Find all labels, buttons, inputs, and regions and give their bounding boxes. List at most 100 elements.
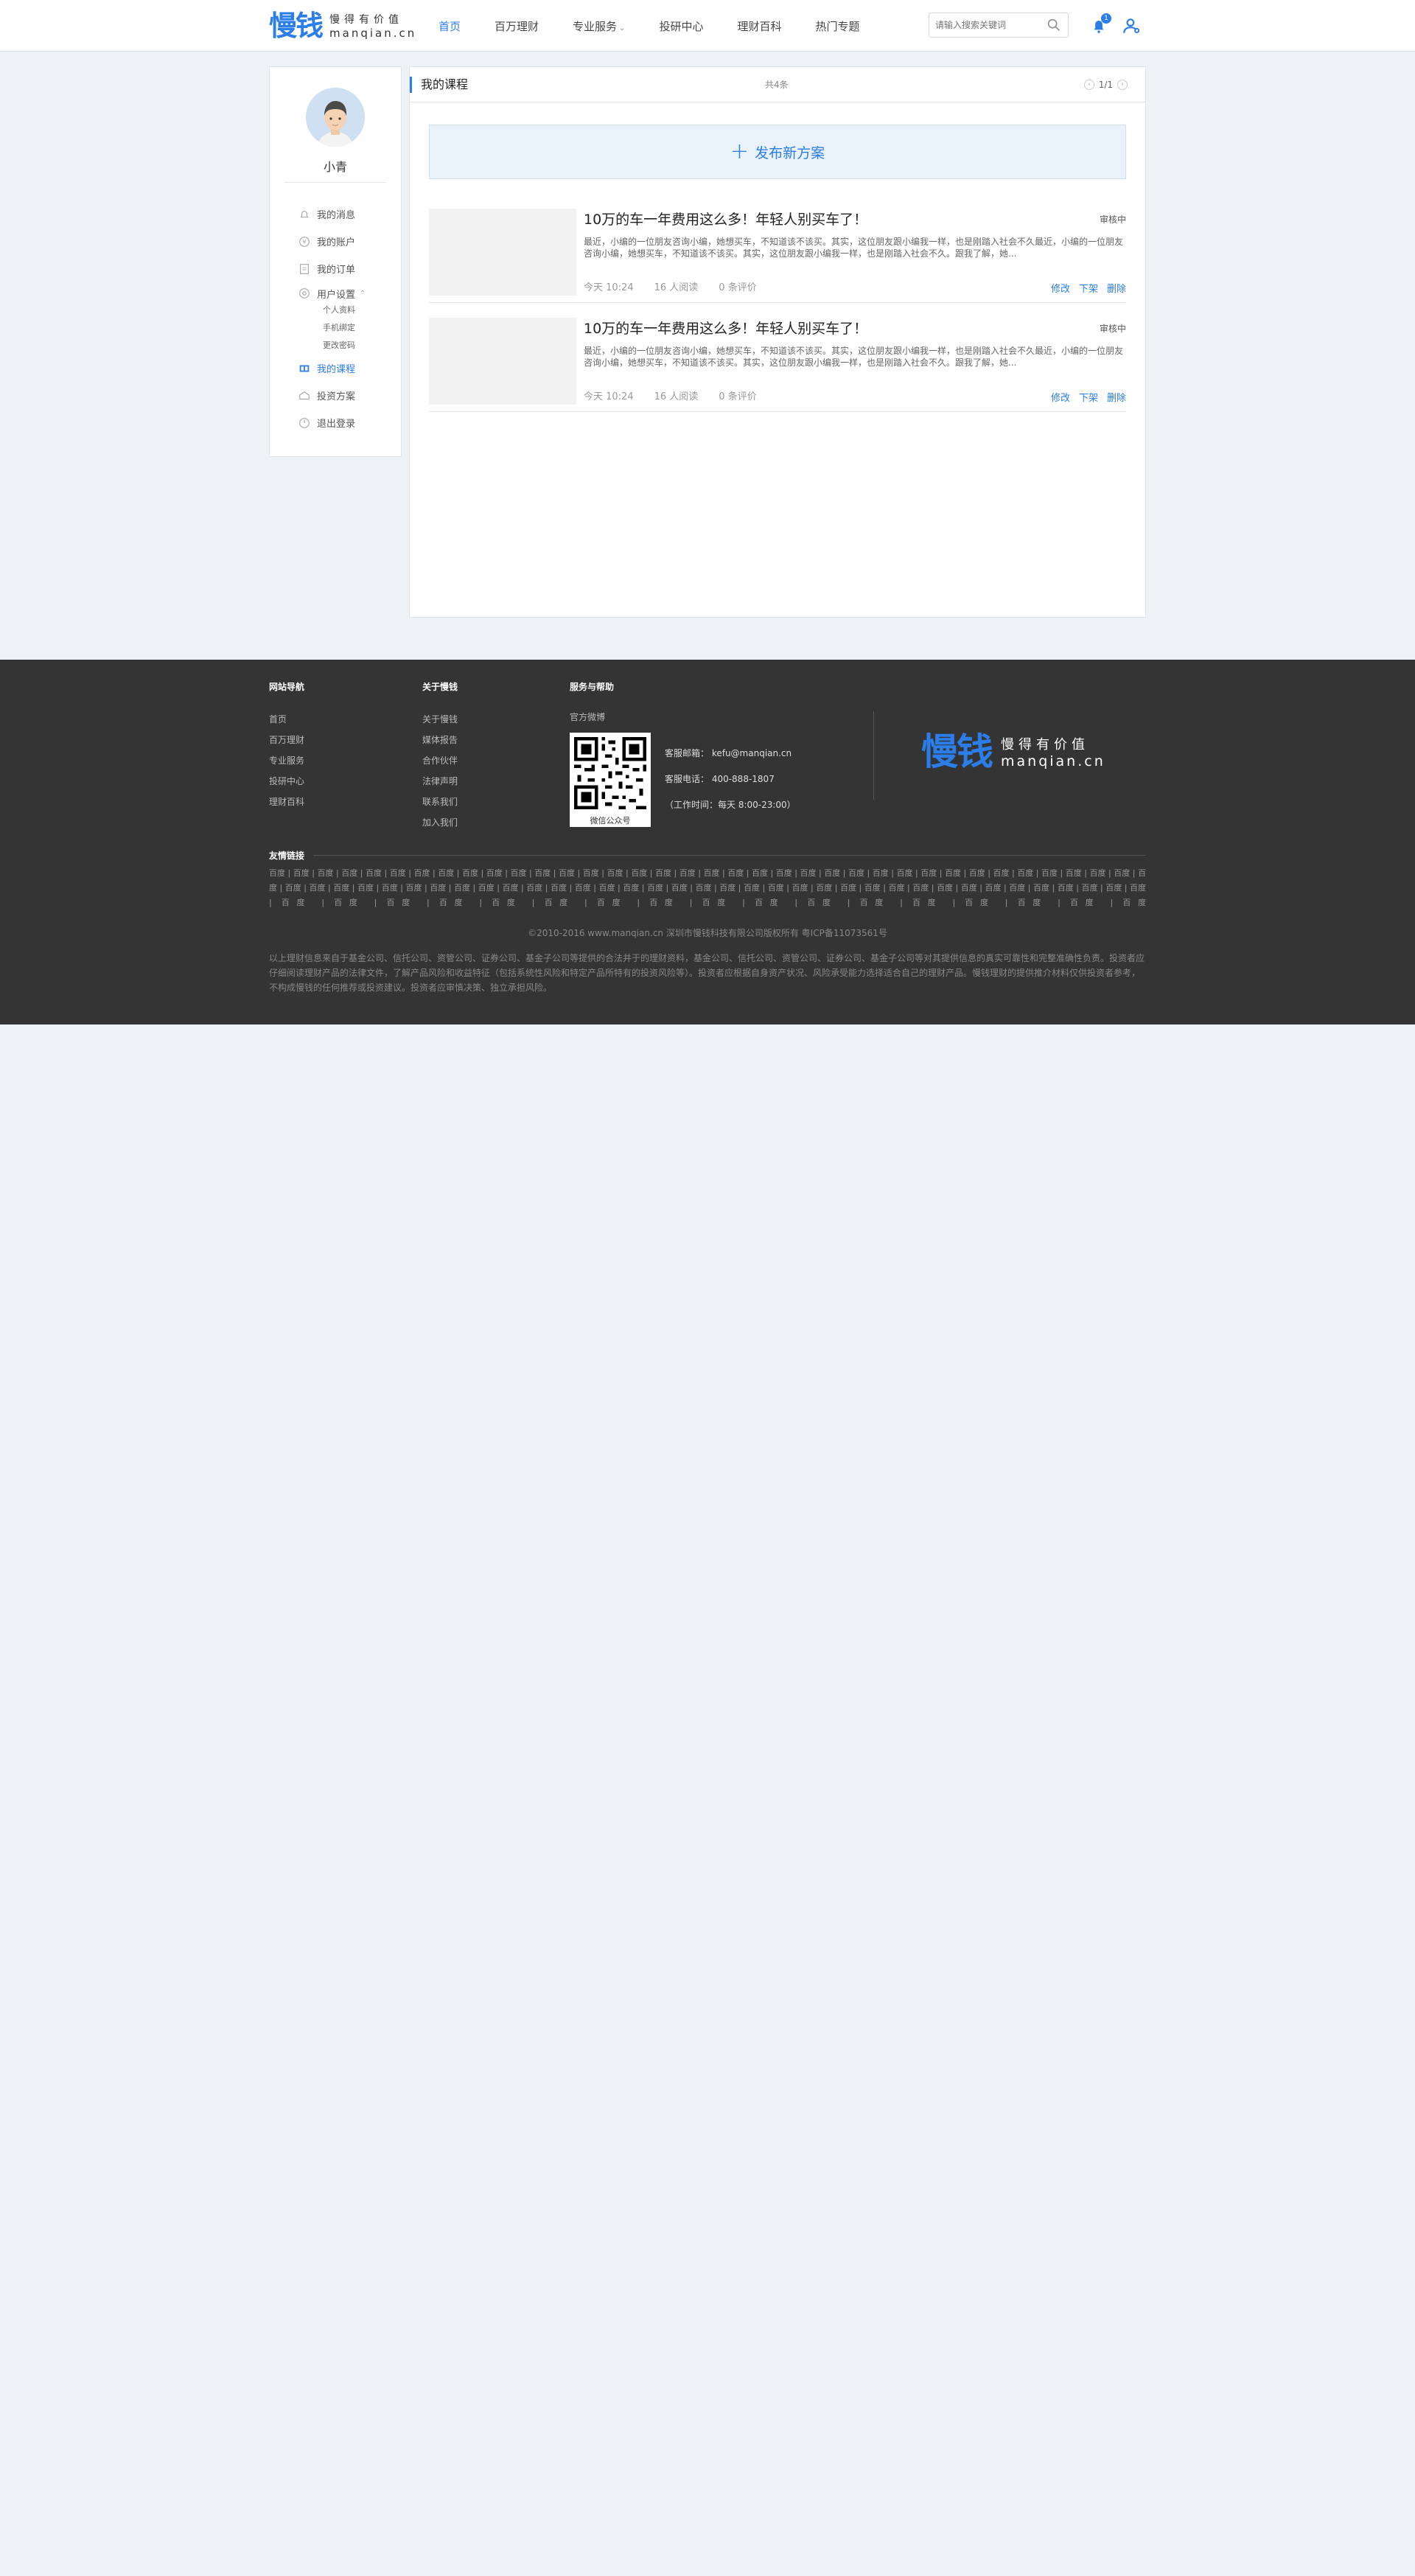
chevron-up-icon: ⌃ bbox=[360, 289, 366, 298]
weibo-link[interactable]: 官方微博 bbox=[570, 709, 651, 725]
friend-links-divider bbox=[313, 855, 1146, 856]
footer-heading: 服务与帮助 bbox=[570, 682, 615, 692]
nav-topics[interactable]: 热门专题 bbox=[815, 18, 859, 34]
avatar[interactable] bbox=[306, 88, 365, 147]
footer-divider bbox=[873, 711, 874, 800]
footer-link[interactable]: 投研中心 bbox=[269, 771, 304, 792]
list-item: 10万的车一年费用这么多！年轻人别买车了！ 审核中 最近，小编的一位朋友咨询小编… bbox=[429, 318, 1126, 412]
footer-link[interactable]: 法律声明 bbox=[422, 771, 458, 792]
sidebar-subitem-phone[interactable]: 手机绑定 bbox=[270, 319, 401, 337]
footer-logo: 慢钱 慢得有价值 manqian.cn bbox=[921, 733, 1105, 770]
article-title[interactable]: 10万的车一年费用这么多！年轻人别买车了！ bbox=[584, 209, 1126, 228]
footer-nav-column: 网站导航 首页 百万理财 专业服务 投研中心 理财百科 bbox=[269, 680, 304, 812]
next-page-button[interactable]: › bbox=[1117, 79, 1128, 90]
copyright: ©2010-2016 www.manqian.cn 深圳市慢钱科技有限公司版权所… bbox=[528, 928, 887, 938]
footer-link[interactable]: 首页 bbox=[269, 709, 304, 730]
footer-link[interactable]: 专业服务 bbox=[269, 750, 304, 771]
sidebar-item-label: 退出登录 bbox=[317, 419, 356, 430]
footer-link[interactable]: 联系我们 bbox=[422, 792, 458, 812]
sidebar-subitem-profile[interactable]: 个人资料 bbox=[270, 301, 401, 319]
settings-icon bbox=[299, 288, 310, 299]
plan-icon bbox=[299, 391, 310, 399]
article-desc: 最近，小编的一位朋友咨询小编，她想买车，不知道该不该买。其实，这位朋友跟小编我一… bbox=[584, 346, 1124, 368]
article-time: 今天 10:24 bbox=[584, 282, 634, 293]
search-icon[interactable] bbox=[1046, 17, 1062, 33]
article-comments: 0 条评价 bbox=[719, 391, 757, 402]
publish-button[interactable]: + 发布新方案 bbox=[429, 125, 1126, 179]
footer-about-column: 关于慢钱 关于慢钱 媒体报告 合作伙伴 法律声明 联系我们 加入我们 bbox=[422, 680, 458, 833]
user-sidebar: 小青 我的消息 ¥ 我的账户 我的订单 用户设置 ⌃ 个人资料 手机绑定 更改密… bbox=[269, 66, 402, 457]
sidebar-item-label: 我的订单 bbox=[317, 265, 356, 276]
sidebar-item-courses[interactable]: 我的课程 bbox=[270, 355, 401, 382]
user-menu[interactable] bbox=[1122, 16, 1141, 35]
plus-icon: + bbox=[730, 139, 750, 164]
sidebar-item-label: 我的消息 bbox=[317, 210, 356, 221]
notification-bell[interactable]: 1 bbox=[1089, 13, 1111, 35]
qr-code-icon bbox=[574, 737, 646, 809]
nav-research[interactable]: 投研中心 bbox=[659, 18, 703, 34]
logo-mark: 慢钱 bbox=[921, 730, 993, 773]
prev-page-button[interactable]: ‹ bbox=[1083, 79, 1094, 90]
sidebar-item-logout[interactable]: 退出登录 bbox=[270, 409, 401, 436]
edit-button[interactable]: 修改 bbox=[1051, 390, 1070, 404]
item-count: 共4条 bbox=[765, 80, 789, 90]
delete-button[interactable]: 删除 bbox=[1107, 281, 1126, 295]
sidebar-item-orders[interactable]: 我的订单 bbox=[270, 255, 401, 282]
unpublish-button[interactable]: 下架 bbox=[1079, 390, 1098, 404]
main-nav: 首页 百万理财 专业服务 ⌄ 投研中心 理财百科 热门专题 bbox=[439, 18, 893, 34]
avatar-icon bbox=[306, 88, 365, 147]
username: 小青 bbox=[284, 157, 386, 183]
footer-heading: 关于慢钱 bbox=[422, 682, 458, 692]
sidebar-item-account[interactable]: ¥ 我的账户 bbox=[270, 228, 401, 255]
top-header: 慢钱 慢得有价值 manqian.cn 首页 百万理财 专业服务 ⌄ 投研中心 理… bbox=[0, 0, 1415, 52]
footer-link[interactable]: 媒体报告 bbox=[422, 730, 458, 750]
page-title: 我的课程 bbox=[410, 76, 468, 93]
nav-services[interactable]: 专业服务 ⌄ bbox=[573, 18, 625, 34]
article-comments: 0 条评价 bbox=[719, 282, 757, 293]
support-hours: （工作时间：每天 8:00-23:00） bbox=[665, 800, 796, 810]
list-item: 10万的车一年费用这么多！年轻人别买车了！ 审核中 最近，小编的一位朋友咨询小编… bbox=[429, 209, 1126, 303]
nav-encyclopedia[interactable]: 理财百科 bbox=[737, 18, 781, 34]
delete-button[interactable]: 删除 bbox=[1107, 390, 1126, 404]
search-input[interactable] bbox=[935, 20, 1046, 30]
course-icon bbox=[299, 365, 310, 371]
page-indicator: 1/1 bbox=[1098, 79, 1113, 90]
site-logo[interactable]: 慢钱 慢得有价值 manqian.cn bbox=[269, 12, 439, 40]
sidebar-menu: 我的消息 ¥ 我的账户 我的订单 用户设置 ⌃ 个人资料 手机绑定 更改密码 我… bbox=[270, 200, 401, 436]
pagination: ‹ 1/1 › bbox=[1083, 79, 1128, 90]
article-title[interactable]: 10万的车一年费用这么多！年轻人别买车了！ bbox=[584, 318, 1126, 338]
edit-button[interactable]: 修改 bbox=[1051, 281, 1070, 295]
nav-services-label: 专业服务 bbox=[573, 19, 618, 33]
logo-domain: manqian.cn bbox=[1001, 753, 1105, 769]
logo-domain: manqian.cn bbox=[329, 27, 417, 40]
footer-link[interactable]: 合作伙伴 bbox=[422, 750, 458, 771]
sidebar-item-label: 我的账户 bbox=[317, 237, 356, 248]
logo-mark: 慢钱 bbox=[269, 10, 324, 42]
sidebar-item-settings[interactable]: 用户设置 ⌃ bbox=[270, 285, 401, 301]
footer-link[interactable]: 加入我们 bbox=[422, 812, 458, 833]
site-footer: 网站导航 首页 百万理财 专业服务 投研中心 理财百科 关于慢钱 关于慢钱 媒体… bbox=[0, 660, 1415, 1025]
article-thumbnail[interactable] bbox=[429, 209, 576, 296]
contact-info: 客服邮箱： kefu@manqian.cn 客服电话： 400-888-1807… bbox=[665, 741, 796, 818]
footer-heading: 网站导航 bbox=[269, 682, 305, 692]
account-icon: ¥ bbox=[299, 236, 310, 247]
article-desc: 最近，小编的一位朋友咨询小编，她想买车，不知道该不该买。其实，这位朋友跟小编我一… bbox=[584, 237, 1124, 259]
publish-label: 发布新方案 bbox=[755, 144, 825, 161]
sidebar-subitem-password[interactable]: 更改密码 bbox=[270, 337, 401, 355]
footer-link[interactable]: 关于慢钱 bbox=[422, 709, 458, 730]
nav-home[interactable]: 首页 bbox=[439, 18, 461, 34]
article-reads: 16 人阅读 bbox=[654, 391, 699, 402]
footer-link[interactable]: 理财百科 bbox=[269, 792, 304, 812]
unpublish-button[interactable]: 下架 bbox=[1079, 281, 1098, 295]
article-reads: 16 人阅读 bbox=[654, 282, 699, 293]
sidebar-item-messages[interactable]: 我的消息 bbox=[270, 200, 401, 228]
nav-wealth[interactable]: 百万理财 bbox=[495, 18, 539, 34]
support-email: 客服邮箱： kefu@manqian.cn bbox=[665, 748, 792, 758]
article-thumbnail[interactable] bbox=[429, 318, 576, 405]
logo-slogan: 慢得有价值 bbox=[1001, 737, 1089, 753]
friend-links[interactable]: 百度 | 百度 | 百度 | 百度 | 百度 | 百度 | 百度 | 百度 | … bbox=[269, 866, 1146, 910]
status-badge: 审核中 bbox=[1099, 324, 1126, 334]
footer-link[interactable]: 百万理财 bbox=[269, 730, 304, 750]
notification-count: 1 bbox=[1101, 13, 1111, 24]
sidebar-item-plans[interactable]: 投资方案 bbox=[270, 382, 401, 409]
